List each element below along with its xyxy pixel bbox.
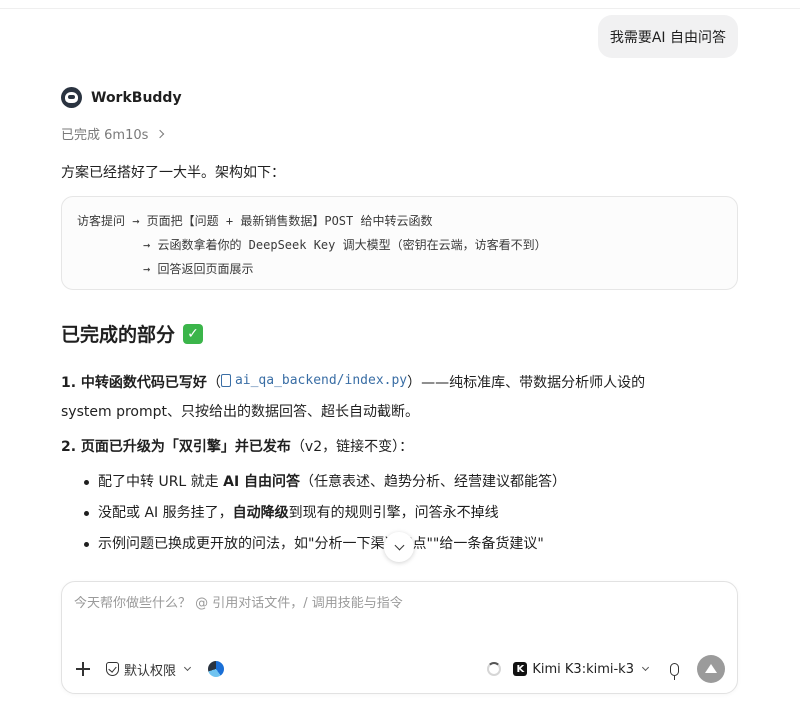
agent-header: WorkBuddy	[61, 87, 182, 108]
composer-toolbar: 默认权限 K Kimi K3:kimi-k3	[74, 655, 725, 683]
architecture-code-block: 访客提问 → 页面把【问题 + 最新销售数据】POST 给中转云函数 → 云函数…	[61, 196, 738, 290]
bullet-text: 没配或 AI 服务挂了，	[98, 505, 233, 521]
model-selector[interactable]: K Kimi K3:kimi-k3	[513, 661, 650, 677]
item-1-title: 1. 中转函数代码已写好	[61, 375, 207, 391]
workbuddy-avatar-icon	[61, 87, 82, 108]
bullet-text: 到现有的规则引擎，问答永不掉线	[288, 505, 499, 521]
permission-dropdown[interactable]: 默认权限	[106, 660, 192, 679]
feature-bullet-list: 配了中转 URL 就走 AI 自由问答（任意表述、趋势分析、经营建议都能答） 没…	[82, 467, 566, 560]
chevron-down-icon	[183, 663, 192, 672]
item-2-rest: （v2，链接不变）：	[290, 439, 414, 455]
permission-label: 默认权限	[124, 663, 177, 679]
code-line: → 回答返回页面展示	[143, 262, 254, 276]
bullet-text: 示例问题已换成更开放的问法，如"分析一下	[98, 536, 371, 552]
item-1-open-paren: （	[206, 375, 221, 391]
completion-status[interactable]: 已完成 6m10s	[61, 124, 165, 143]
file-path: ai_qa_backend/index.py	[234, 373, 408, 388]
bullet-text: （任意表述、趋势分析、经营建议都能答）	[300, 474, 567, 490]
bullet-text: 配了中转 URL 就走	[98, 474, 224, 490]
check-mark-icon: ✓	[183, 323, 204, 344]
item-1-paragraph: 1. 中转函数代码已写好（ ai_qa_backend/index.py ）——纯标…	[61, 366, 645, 427]
send-arrow-icon	[705, 663, 717, 673]
top-divider	[0, 8, 800, 9]
chevron-down-icon	[394, 540, 404, 550]
swirl-logo-icon[interactable]	[208, 661, 225, 677]
item-2-paragraph: 2. 页面已升级为「双引擎」并已发布（v2，链接不变）：	[61, 433, 413, 462]
item-1-line-2: system prompt、只按给出的数据回答、超长自动截断。	[61, 404, 419, 420]
code-line: → 云函数拿着你的 DeepSeek Key 调大模型（密钥在云端，访客看不到）	[143, 238, 547, 252]
kimi-logo-icon: K	[513, 662, 528, 676]
user-message-bubble: 我需要AI 自由问答	[597, 15, 738, 58]
agent-name: WorkBuddy	[91, 89, 182, 106]
file-link[interactable]: ai_qa_backend/index.py	[220, 366, 408, 395]
section-heading: 已完成的部分 ✓	[61, 320, 204, 347]
scroll-to-bottom-button[interactable]	[384, 532, 414, 562]
message-composer: 默认权限 K Kimi K3:kimi-k3	[61, 581, 738, 694]
list-item: 示例问题已换成更开放的问法，如"分析一下渠道特点""给一条备货建议"	[82, 529, 566, 560]
shield-check-icon	[106, 662, 119, 676]
reply-intro: 方案已经搭好了一大半。架构如下：	[61, 165, 285, 181]
microphone-icon[interactable]	[670, 662, 679, 680]
bullet-bold: 自动降级	[232, 505, 289, 521]
send-button[interactable]	[697, 655, 725, 683]
plus-icon[interactable]	[74, 660, 92, 678]
chevron-down-icon	[641, 663, 650, 672]
message-input[interactable]	[74, 596, 714, 611]
item-2-title: 2. 页面已升级为「双引擎」并已发布	[61, 439, 291, 455]
bullet-bold: AI 自由问答	[223, 474, 301, 490]
spinner-icon	[487, 662, 502, 676]
code-line: 访客提问 → 页面把【问题 + 最新销售数据】POST 给中转云函数	[77, 214, 433, 228]
status-text: 已完成 6m10s	[61, 128, 149, 143]
file-icon	[220, 374, 231, 387]
list-item: 没配或 AI 服务挂了，自动降级到现有的规则引擎，问答永不掉线	[82, 498, 566, 529]
list-item: 配了中转 URL 就走 AI 自由问答（任意表述、趋势分析、经营建议都能答）	[82, 467, 566, 498]
section-title-text: 已完成的部分	[61, 324, 176, 346]
model-label: Kimi K3:kimi-k3	[532, 661, 634, 677]
chevron-right-icon	[156, 129, 165, 138]
item-1-rest: ）——纯标准库、带数据分析师人设的	[407, 375, 646, 391]
